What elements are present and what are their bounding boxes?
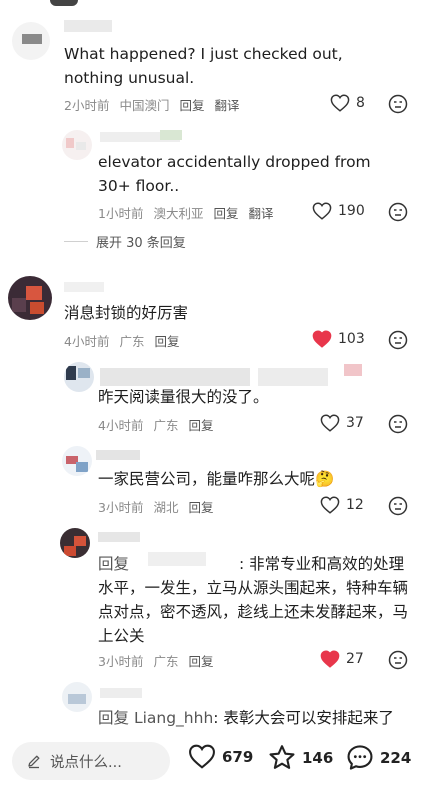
username-blur[interactable] xyxy=(64,282,104,292)
like-button[interactable]: 103 xyxy=(312,330,365,348)
heart-outline-icon xyxy=(189,744,215,769)
username-blur[interactable] xyxy=(98,532,140,542)
star-outline-icon xyxy=(269,745,295,769)
divider xyxy=(64,241,88,242)
comment-text-body: : 非常专业和高效的处理水平，一发生，立马从源头围起来，特种车辆点对点，密不透风… xyxy=(98,555,409,645)
comment-location: 澳大利亚 xyxy=(153,206,204,221)
heart-outline-icon xyxy=(330,94,350,112)
comment-time: 1小时前 xyxy=(98,206,144,221)
comment-time: 4小时前 xyxy=(64,334,110,349)
comment-meta: 1小时前 澳大利亚 回复 翻译 xyxy=(98,203,274,222)
comment-time: 2小时前 xyxy=(64,98,110,113)
comment-text: elevator accidentally dropped from 30+ f… xyxy=(98,153,371,195)
reply-button[interactable]: 回复 xyxy=(179,95,204,114)
reply-button[interactable]: 回复 xyxy=(188,651,213,670)
comment-input-placeholder: 说点什么... xyxy=(50,754,122,771)
favorite-count: 146 xyxy=(302,748,334,767)
heart-filled-icon xyxy=(320,650,340,668)
reply-button[interactable]: 回复 xyxy=(213,203,238,222)
like-button[interactable]: 190 xyxy=(312,202,365,220)
like-button[interactable]: 12 xyxy=(320,496,364,514)
like-post-button[interactable]: 679 xyxy=(188,744,253,769)
comment-location: 广东 xyxy=(153,418,179,433)
like-count: 37 xyxy=(346,415,364,431)
reply-button[interactable]: 回复 xyxy=(188,497,213,516)
reply-to-username[interactable]: Liang_hhh xyxy=(134,709,213,727)
comment-meta: 4小时前 广东 回复 xyxy=(98,415,213,434)
like-count: 8 xyxy=(356,95,365,111)
heart-outline-icon xyxy=(320,496,340,514)
dislike-face-icon[interactable] xyxy=(388,414,408,434)
comment-meta: 3小时前 湖北 回复 xyxy=(98,497,213,516)
comment-meta: 3小时前 广东 回复 xyxy=(98,651,213,670)
heart-filled-icon xyxy=(312,330,332,348)
expand-replies-label: 展开 30 条回复 xyxy=(96,236,186,251)
dislike-face-icon[interactable] xyxy=(388,496,408,516)
dislike-face-icon[interactable] xyxy=(388,94,408,114)
like-button[interactable]: 27 xyxy=(320,650,364,668)
reply-button[interactable]: 回复 xyxy=(188,415,213,434)
comment-input[interactable]: 说点什么... xyxy=(12,742,170,780)
avatar[interactable] xyxy=(62,446,92,476)
pencil-icon xyxy=(28,755,40,769)
comment-time: 3小时前 xyxy=(98,500,144,515)
like-count: 12 xyxy=(346,497,364,513)
heart-outline-icon xyxy=(320,414,340,432)
comment-bubble-icon xyxy=(347,745,373,770)
comment-text: What happened? I just checked out, nothi… xyxy=(64,45,343,87)
comment-location: 中国澳门 xyxy=(119,98,170,113)
comment-text-body: 一家民营公司，能量咋那么大呢 xyxy=(98,470,316,488)
comment-text: 回复: 非常专业和高效的处理水平，一发生，立马从源头围起来，特种车辆点对点，密不… xyxy=(98,552,408,648)
comment-time: 3小时前 xyxy=(98,654,144,669)
reply-prefix: 回复 xyxy=(98,709,130,727)
dislike-face-icon[interactable] xyxy=(388,202,408,222)
favorite-button[interactable]: 146 xyxy=(268,744,333,771)
comment-meta: 4小时前 广东 回复 xyxy=(64,331,179,350)
comment-meta: 2小时前 中国澳门 回复 翻译 xyxy=(64,95,240,114)
post-like-count: 679 xyxy=(222,747,254,766)
comments-button[interactable]: 224 xyxy=(346,744,411,771)
reply-prefix: 回复 xyxy=(98,555,130,573)
thinking-emoji: 🤔 xyxy=(315,470,335,488)
dislike-face-icon[interactable] xyxy=(388,650,408,670)
comment-text: 消息封锁的好厉害 xyxy=(64,304,189,322)
username-blur[interactable] xyxy=(100,688,142,698)
comment-text: 回复 Liang_hhh: 表彰大会可以安排起来了 xyxy=(98,706,408,730)
username-blur[interactable] xyxy=(64,20,112,32)
comment-count: 224 xyxy=(380,748,412,767)
translate-button[interactable]: 翻译 xyxy=(214,95,239,114)
dislike-face-icon[interactable] xyxy=(388,330,408,350)
heart-outline-icon xyxy=(312,202,332,220)
translate-button[interactable]: 翻译 xyxy=(248,203,273,222)
comment-time: 4小时前 xyxy=(98,418,144,433)
bottom-action-bar: 说点什么... 679 146 224 xyxy=(0,734,421,800)
like-button[interactable]: 8 xyxy=(330,94,365,112)
comment-location: 广东 xyxy=(153,654,179,669)
like-count: 103 xyxy=(338,331,365,347)
like-count: 190 xyxy=(338,203,365,219)
comment-location: 湖北 xyxy=(153,500,179,515)
avatar[interactable] xyxy=(12,22,50,60)
avatar[interactable] xyxy=(64,362,94,392)
comment-text-body: : 表彰大会可以安排起来了 xyxy=(213,709,394,727)
comment-location: 广东 xyxy=(119,334,145,349)
avatar[interactable] xyxy=(60,528,90,558)
partial-avatar-top xyxy=(50,0,78,6)
avatar[interactable] xyxy=(62,130,92,160)
comment-text: 昨天阅读量很大的没了。 xyxy=(98,388,269,406)
expand-replies-button[interactable]: 展开 30 条回复 xyxy=(64,232,186,251)
comment-text: 一家民营公司，能量咋那么大呢🤔 xyxy=(98,467,398,491)
username-blur[interactable] xyxy=(96,450,140,460)
like-count: 27 xyxy=(346,651,364,667)
like-button[interactable]: 37 xyxy=(320,414,364,432)
username-blur[interactable] xyxy=(100,368,250,386)
avatar[interactable] xyxy=(8,276,52,320)
avatar[interactable] xyxy=(62,682,92,712)
reply-button[interactable]: 回复 xyxy=(154,331,179,350)
